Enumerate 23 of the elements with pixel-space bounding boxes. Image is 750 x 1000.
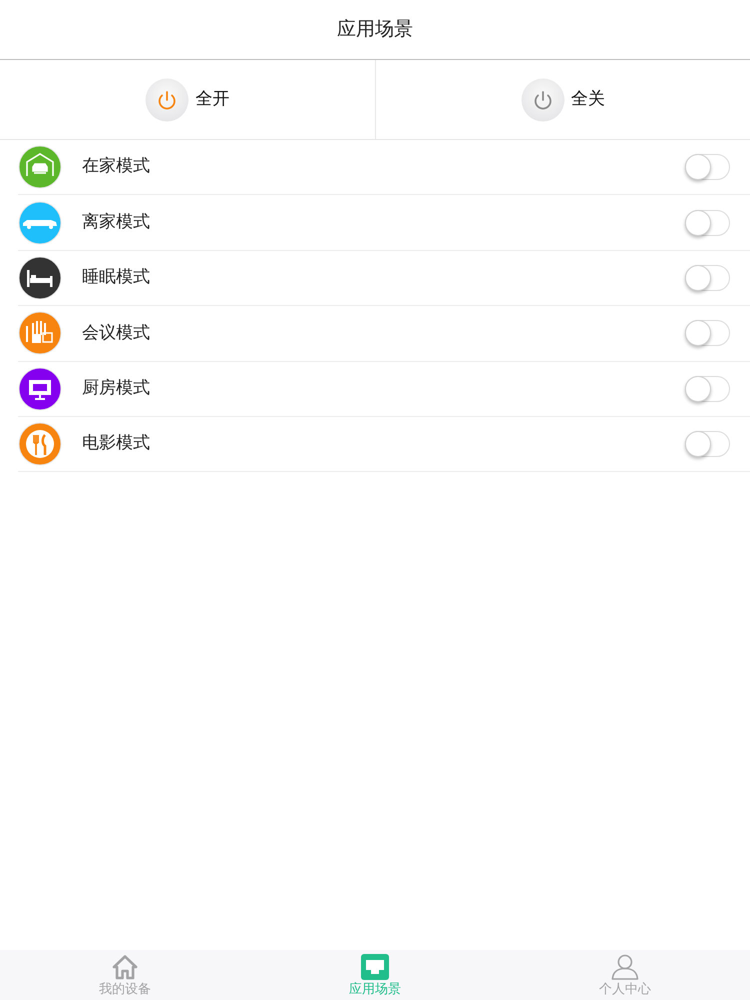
page-title: 应用场景 [337,17,413,42]
person-icon [611,954,639,980]
power-icon [520,78,565,122]
toggle-switch[interactable] [685,264,730,291]
tab-bar-item[interactable]: 我的设备 [99,950,151,1000]
toggle-switch[interactable] [685,376,730,402]
scene-name: 在家模式 [82,155,150,178]
toggle-switch[interactable] [685,154,730,180]
toggle-switch[interactable] [685,431,730,458]
toggle-switch[interactable] [685,210,730,236]
monitor-icon [361,954,389,980]
scene-name: 会议模式 [82,322,150,345]
all-on-button[interactable]: 全开 [145,78,230,122]
tab-bar-item[interactable]: 应用场景 [349,950,401,1000]
power-icon [145,78,190,122]
toggle-switch[interactable] [685,320,730,346]
scene-name: 离家模式 [82,210,150,234]
scene-name: 睡眠模式 [82,266,150,290]
all-off-button[interactable]: 全关 [520,78,605,122]
home-icon [112,954,138,980]
tab-bar-item[interactable]: 个人中心 [599,950,651,1000]
scene-name: 厨房模式 [82,377,150,400]
scene-name: 电影模式 [82,432,150,456]
